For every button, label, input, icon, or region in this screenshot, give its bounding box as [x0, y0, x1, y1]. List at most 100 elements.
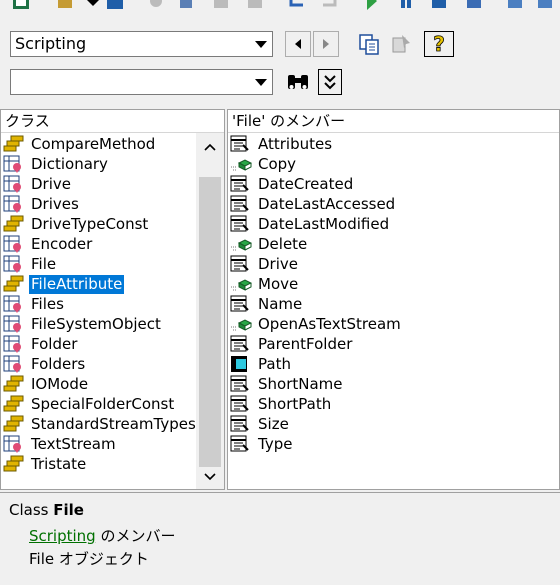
- classes-list[interactable]: クラス CompareMethod Dictionary Drive Drives Dr…: [0, 109, 225, 490]
- member-item-label: Type: [258, 434, 293, 453]
- cut-icon[interactable]: [147, 0, 165, 10]
- class-item-folder[interactable]: Folder: [3, 334, 79, 354]
- class-item-drivetypeconst[interactable]: DriveTypeConst: [3, 214, 150, 234]
- member-item-label: Attributes: [258, 134, 333, 153]
- class-item-tristate[interactable]: Tristate: [3, 454, 88, 474]
- scroll-up-button[interactable]: [196, 137, 224, 157]
- class-item-label: Files: [31, 294, 64, 313]
- member-item-path[interactable]: Path: [230, 354, 293, 374]
- class-item-fileattribute[interactable]: FileAttribute: [3, 273, 126, 295]
- scroll-thumb[interactable]: [199, 177, 221, 467]
- member-item-drive[interactable]: Drive: [230, 254, 300, 274]
- insert-module-icon[interactable]: [56, 0, 74, 10]
- member-item-name[interactable]: Name: [230, 294, 304, 314]
- class-item-file[interactable]: File: [3, 254, 58, 274]
- search-combo[interactable]: [10, 69, 273, 95]
- member-item-size[interactable]: Size: [230, 414, 291, 434]
- chevron-down-icon[interactable]: [84, 0, 102, 10]
- paste-icon[interactable]: [212, 0, 230, 10]
- member-item-attributes[interactable]: Attributes: [230, 134, 334, 154]
- save-icon[interactable]: [106, 0, 124, 10]
- member-item-label: ShortName: [258, 374, 343, 393]
- details-name: File: [53, 501, 84, 519]
- library-link[interactable]: Scripting: [29, 527, 96, 545]
- member-item-label: ParentFolder: [258, 334, 353, 353]
- class-item-encoder[interactable]: Encoder: [3, 234, 94, 254]
- search-button[interactable]: [283, 69, 313, 95]
- pause-icon[interactable]: [397, 0, 415, 10]
- chevron-down-icon[interactable]: [250, 32, 272, 56]
- arrow-right-icon: [323, 39, 329, 49]
- binoculars-icon: [288, 75, 308, 89]
- double-chevron-down-icon: [324, 75, 336, 90]
- member-item-shortpath[interactable]: ShortPath: [230, 394, 333, 414]
- method-icon: [231, 279, 252, 291]
- class-item-label: FileSystemObject: [31, 314, 161, 333]
- scroll-down-button[interactable]: [196, 467, 224, 487]
- class-item-label: IOMode: [31, 374, 89, 393]
- project-explorer-icon[interactable]: [506, 0, 524, 10]
- excel-icon[interactable]: [12, 0, 30, 10]
- back-button[interactable]: [285, 31, 311, 57]
- member-item-parentfolder[interactable]: ParentFolder: [230, 334, 354, 354]
- classes-scrollbar[interactable]: [196, 133, 224, 489]
- enum-icon: [3, 415, 24, 432]
- properties-icon[interactable]: [536, 0, 554, 10]
- details-member-of: Scripting のメンバー: [29, 525, 176, 546]
- class-item-label: CompareMethod: [31, 134, 156, 153]
- undo-icon[interactable]: [288, 0, 306, 10]
- class-item-drive[interactable]: Drive: [3, 174, 73, 194]
- help-button[interactable]: ?: [424, 31, 454, 57]
- enum-icon: [3, 215, 24, 232]
- run-icon[interactable]: [363, 0, 381, 10]
- member-item-copy[interactable]: Copy: [230, 154, 298, 174]
- details-description: File オブジェクト: [29, 550, 149, 568]
- class-item-textstream[interactable]: TextStream: [3, 434, 118, 454]
- copy-to-clipboard-button[interactable]: [354, 31, 384, 57]
- arrow-left-icon: [295, 39, 301, 49]
- property-icon: [230, 215, 249, 232]
- member-item-datelastmodified[interactable]: DateLastModified: [230, 214, 391, 234]
- class-item-label: Folder: [31, 334, 78, 353]
- copy-icon[interactable]: [178, 0, 196, 10]
- member-item-openastextstream[interactable]: OpenAsTextStream: [230, 314, 403, 334]
- class-item-iomode[interactable]: IOMode: [3, 374, 90, 394]
- class-item-dictionary[interactable]: Dictionary: [3, 154, 110, 174]
- chevron-down-icon[interactable]: [250, 70, 272, 94]
- member-item-move[interactable]: Move: [230, 274, 300, 294]
- class-item-specialfolderconst[interactable]: SpecialFolderConst: [3, 394, 176, 414]
- member-item-datecreated[interactable]: DateCreated: [230, 174, 355, 194]
- design-mode-icon[interactable]: [465, 0, 483, 10]
- class-item-filesystemobject[interactable]: FileSystemObject: [3, 314, 163, 334]
- library-combo[interactable]: Scripting: [10, 31, 273, 57]
- class-icon: [3, 435, 21, 453]
- details-kind: Class: [9, 501, 49, 519]
- enum-icon: [3, 275, 24, 292]
- property-icon: [230, 195, 249, 212]
- method-icon: [231, 239, 252, 251]
- view-definition-button[interactable]: [386, 31, 416, 57]
- class-icon: [3, 195, 21, 213]
- property-icon: [230, 415, 249, 432]
- members-header: 'File' のメンバー: [228, 110, 559, 133]
- class-item-folders[interactable]: Folders: [3, 354, 87, 374]
- redo-icon[interactable]: [320, 0, 338, 10]
- member-item-label: Delete: [258, 234, 308, 253]
- member-item-type[interactable]: Type: [230, 434, 294, 454]
- member-item-datelastaccessed[interactable]: DateLastAccessed: [230, 194, 397, 214]
- member-item-label: ShortPath: [258, 394, 332, 413]
- find-icon[interactable]: [246, 0, 264, 10]
- toggle-search-results-button[interactable]: [318, 69, 342, 95]
- forward-button[interactable]: [313, 31, 339, 57]
- class-item-drives[interactable]: Drives: [3, 194, 81, 214]
- class-item-standardstreamtypes[interactable]: StandardStreamTypes: [3, 414, 198, 434]
- member-item-label: DateLastAccessed: [258, 194, 396, 213]
- class-item-comparemethod[interactable]: CompareMethod: [3, 134, 157, 154]
- member-item-shortname[interactable]: ShortName: [230, 374, 345, 394]
- class-item-files[interactable]: Files: [3, 294, 66, 314]
- members-list[interactable]: 'File' のメンバー Attributes Copy DateCreated Da…: [227, 109, 560, 490]
- toolbar: [0, 0, 560, 20]
- member-item-delete[interactable]: Delete: [230, 234, 309, 254]
- stop-icon[interactable]: [430, 0, 448, 10]
- class-item-label: DriveTypeConst: [31, 214, 149, 233]
